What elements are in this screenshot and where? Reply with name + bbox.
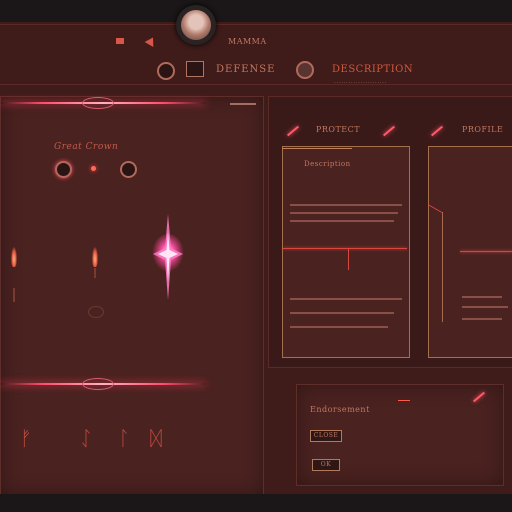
center-dot-icon [91,166,96,171]
close-button[interactable]: CLOSE [310,430,342,442]
rune-2: ᛇ [80,426,93,450]
left-circle-icon[interactable] [55,161,72,178]
card-1-top-rule [282,148,352,149]
row-label-2: DESCRIPTION [332,64,414,75]
card-1-red-divider [283,248,407,249]
arrow-icon[interactable] [144,35,158,47]
card-1-text-line [290,212,398,214]
ornament-bottom-knot [82,378,114,390]
right-circle-icon[interactable] [120,161,137,178]
tab-2[interactable]: PROFILE [462,125,503,134]
rune-3: ᛚ [118,426,131,450]
card-2-text-line [462,318,502,320]
card-1-text-line [290,204,402,206]
circle-toggle-icon[interactable] [157,62,175,80]
rune-4: ᛞ [150,426,163,450]
card-2-vertical-rule [442,212,443,322]
ornament-top-knot [82,97,114,109]
ok-button[interactable]: OK [312,459,340,471]
bottom-bar [0,494,512,512]
avatar[interactable] [181,10,211,40]
top-label: MAMMA [228,37,267,46]
header-divider [0,24,512,25]
card-2-text-line [462,306,508,308]
orb-icon[interactable] [296,61,314,79]
card-1-text-line [290,220,394,222]
card-2-text-line [462,296,502,298]
rune-1: ᚠ [20,426,33,450]
row-label-1: DEFENSE [216,64,276,75]
card-1-text-line [290,326,388,328]
ornament-top-tail [230,103,256,105]
card-1-text-line [290,298,402,300]
info-card-2[interactable] [428,146,512,358]
tab-1[interactable]: PROTECT [316,125,360,134]
ring-glyph-icon [88,306,104,318]
header-divider-2 [0,84,512,85]
left-panel-caption: Great Crown [54,142,119,152]
top-bar [0,0,512,22]
card-2-red-divider [460,251,512,252]
card-1-red-tick [348,248,349,270]
menu-icon[interactable] [116,38,124,44]
flag-icon[interactable] [398,400,410,401]
glowing-star-icon [152,214,184,300]
portrait-icon[interactable] [186,61,204,77]
endorsement-label: Endorsement [310,405,370,414]
card-1-title: Description [304,160,351,168]
flame-icon-left [11,247,17,267]
left-panel [0,96,264,496]
card-1-text-line [290,312,394,314]
flame-stem-left [13,288,15,302]
flame-icon-mid [92,247,98,267]
flame-stem-mid [94,268,96,278]
